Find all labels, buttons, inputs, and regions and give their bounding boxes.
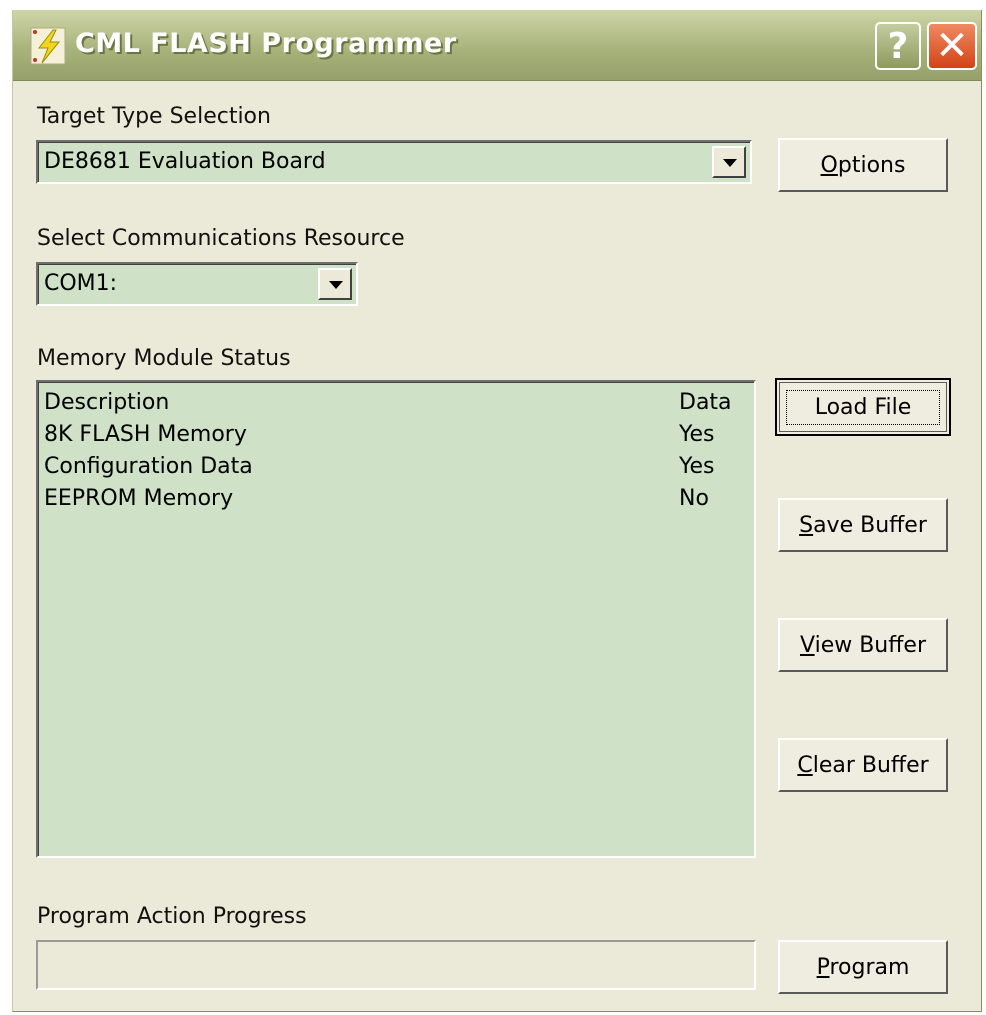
load-file-focus: Load File <box>785 389 941 425</box>
item-data: No <box>679 486 709 511</box>
comm-resource-label: Select Communications Resource <box>37 226 405 251</box>
lightning-bolt-icon <box>30 27 66 65</box>
clear-buffer-button-label: Clear Buffer <box>797 752 929 778</box>
item-description: 8K FLASH Memory <box>44 422 247 447</box>
list-item[interactable]: 8K FLASH Memory Yes <box>44 422 744 454</box>
item-data: Yes <box>679 454 715 479</box>
memory-status-label: Memory Module Status <box>37 346 291 371</box>
chevron-down-icon[interactable] <box>318 268 352 300</box>
load-file-button[interactable]: Load File <box>775 378 951 436</box>
list-header: Description Data <box>44 390 744 422</box>
target-type-dropdown[interactable]: DE8681 Evaluation Board <box>36 140 752 184</box>
title-bar[interactable]: CML FLASH Programmer ? ✕ <box>13 10 981 81</box>
help-icon: ? <box>887 25 909 67</box>
column-description: Description <box>44 390 170 415</box>
window-title: CML FLASH Programmer <box>75 28 457 59</box>
target-type-value: DE8681 Evaluation Board <box>44 149 326 174</box>
item-description: EEPROM Memory <box>44 486 234 511</box>
list-item[interactable]: EEPROM Memory No <box>44 486 744 518</box>
options-button[interactable]: Options <box>778 138 948 192</box>
save-buffer-button[interactable]: Save Buffer <box>778 498 948 552</box>
target-type-label: Target Type Selection <box>37 104 271 129</box>
chevron-down-icon[interactable] <box>712 146 746 178</box>
item-description: Configuration Data <box>44 454 253 479</box>
view-buffer-button-label: View Buffer <box>800 632 926 658</box>
app-window: CML FLASH Programmer ? ✕ Target Type Sel… <box>12 10 982 1012</box>
item-data: Yes <box>679 422 715 447</box>
comm-resource-dropdown[interactable]: COM1: <box>36 262 358 306</box>
column-data: Data <box>679 390 732 415</box>
save-buffer-button-label: Save Buffer <box>799 512 927 538</box>
view-buffer-button[interactable]: View Buffer <box>778 618 948 672</box>
progress-label: Program Action Progress <box>37 904 307 929</box>
memory-status-list[interactable]: Description Data 8K FLASH Memory Yes Con… <box>36 380 756 858</box>
close-button[interactable]: ✕ <box>927 22 977 70</box>
progress-bar <box>36 940 756 990</box>
program-button[interactable]: Program <box>778 940 948 994</box>
load-file-button-label: Load File <box>814 394 912 420</box>
help-button[interactable]: ? <box>875 22 921 70</box>
comm-resource-value: COM1: <box>44 271 118 296</box>
list-item[interactable]: Configuration Data Yes <box>44 454 744 486</box>
clear-buffer-button[interactable]: Clear Buffer <box>778 738 948 792</box>
close-icon: ✕ <box>935 23 969 69</box>
program-button-label: Program <box>816 954 910 980</box>
options-button-label: Options <box>820 152 906 178</box>
